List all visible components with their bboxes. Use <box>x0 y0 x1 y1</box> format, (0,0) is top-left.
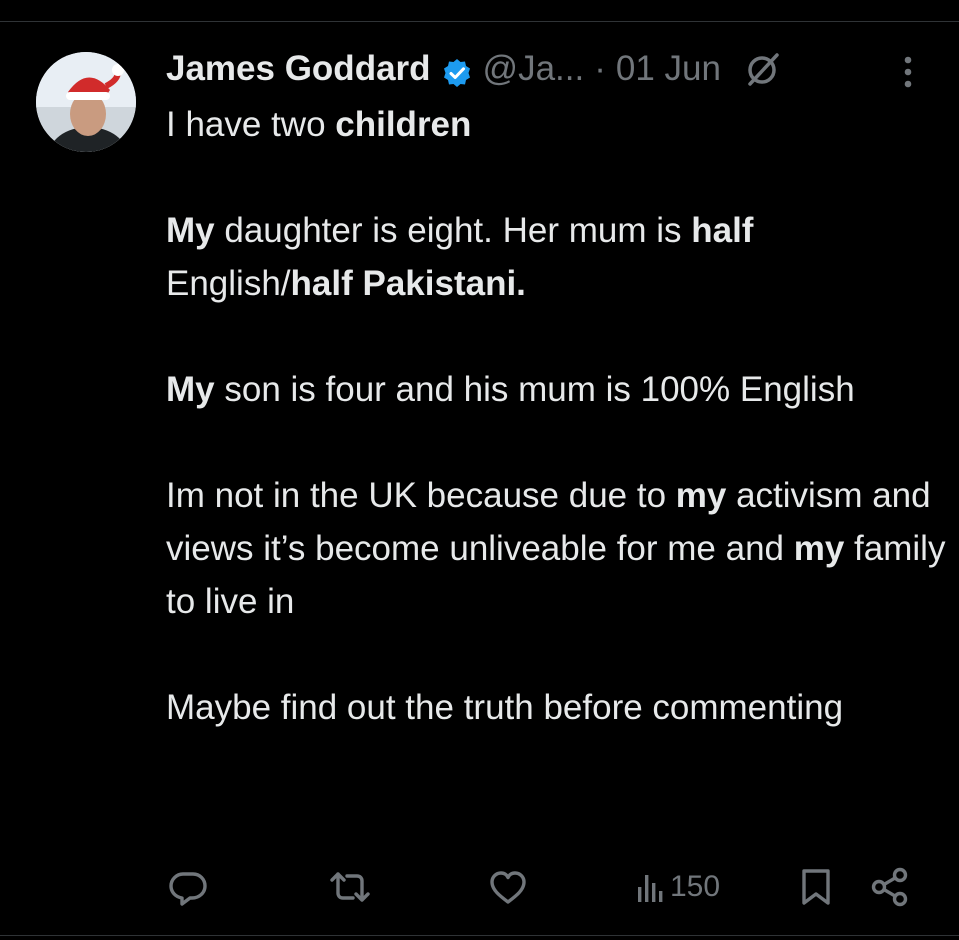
views-count: 150 <box>670 870 721 903</box>
tweet-date[interactable]: 01 Jun <box>616 44 721 94</box>
share-button[interactable] <box>868 862 912 912</box>
top-divider <box>0 21 959 22</box>
bookmark-button[interactable] <box>798 862 834 912</box>
avatar-image <box>36 52 136 152</box>
like-icon <box>490 871 526 904</box>
grok-icon[interactable] <box>743 49 783 89</box>
text-segment: English/ <box>166 264 291 303</box>
like-button[interactable] <box>486 862 530 912</box>
retweet-icon <box>330 872 370 902</box>
text-segment: daughter is eight. Her mum is <box>214 211 692 250</box>
bold-text-segment: half Pakistani. <box>290 264 526 303</box>
author-handle[interactable]: @Ja... <box>483 44 585 94</box>
tweet-paragraph: I have two children <box>166 98 946 151</box>
bold-text-segment: My <box>166 370 215 409</box>
tweet-paragraph: Maybe find out the truth before commenti… <box>166 681 946 734</box>
retweet-button[interactable] <box>326 862 374 912</box>
tweet-actions: 150 <box>166 862 926 912</box>
separator-dot: · <box>594 49 606 88</box>
bold-text-segment: my <box>793 529 845 568</box>
views-icon <box>638 875 663 902</box>
views-button[interactable]: 150 <box>636 862 720 912</box>
author-name[interactable]: James Goddard <box>166 44 431 94</box>
text-segment: son is four and his mum is 100% English <box>214 370 855 409</box>
tweet-text: I have two children My daughter is eight.… <box>166 98 946 734</box>
reply-button[interactable] <box>166 862 210 912</box>
tweet-header: James Goddard @Ja... · 01 Jun <box>166 44 783 94</box>
verified-badge-icon[interactable] <box>441 53 473 87</box>
bold-text-segment: My <box>166 211 215 250</box>
text-segment: Maybe find out the truth before commenti… <box>166 688 844 727</box>
bookmark-icon <box>802 869 830 905</box>
bold-text-segment: my <box>675 476 727 515</box>
text-segment: Im not in the UK because due to <box>166 476 676 515</box>
reply-icon <box>169 872 207 906</box>
avatar[interactable] <box>36 52 136 152</box>
bottom-divider <box>0 935 959 936</box>
bold-text-segment: children <box>335 105 472 144</box>
more-options-icon[interactable] <box>896 54 920 90</box>
bold-text-segment: half <box>691 211 754 250</box>
tweet-paragraph: My daughter is eight. Her mum is half En… <box>166 204 946 310</box>
tweet-paragraph: My son is four and his mum is 100% Engli… <box>166 363 946 416</box>
text-segment: I have two <box>166 105 336 144</box>
tweet-paragraph: Im not in the UK because due to my activ… <box>166 469 946 628</box>
share-icon <box>871 867 908 907</box>
